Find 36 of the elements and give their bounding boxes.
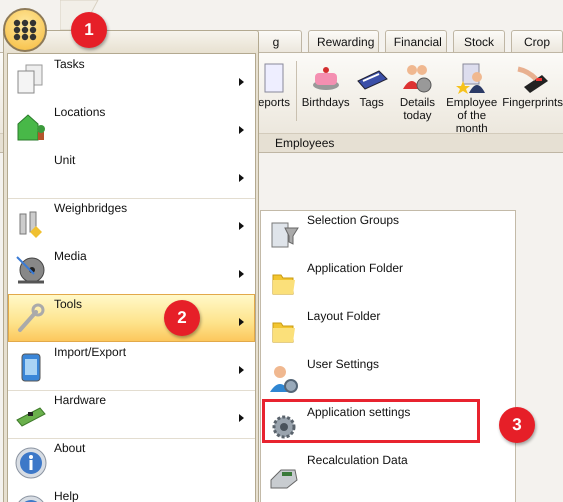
ribbon-tab[interactable]: Rewarding: [308, 30, 379, 52]
ribbon-tab[interactable]: Crop: [511, 30, 563, 52]
submenu-arrow-icon: [239, 414, 244, 422]
ribbon-button[interactable]: Tags: [354, 61, 389, 110]
submenu-arrow-icon: [239, 222, 244, 230]
submenu-item[interactable]: Selection Groups: [261, 211, 495, 259]
submenu-item[interactable]: Application settings: [261, 403, 495, 451]
submenu-arrow-icon: [239, 270, 244, 278]
dots-grid-icon: [13, 19, 37, 41]
menu-item[interactable]: Weighbridges: [8, 198, 255, 246]
info-icon: [14, 446, 48, 480]
app-menu-button[interactable]: [3, 8, 47, 52]
menu-item[interactable]: Locations: [8, 102, 255, 150]
group-label: Employees: [275, 136, 334, 150]
ribbon-button[interactable]: Birthdays: [302, 61, 350, 110]
ribbon-tab[interactable]: Financial: [384, 30, 447, 52]
submenu-item[interactable]: Layout Folder: [261, 307, 495, 355]
submenu-item[interactable]: Recalculation Data: [261, 451, 495, 499]
menu-item[interactable]: About: [8, 438, 255, 486]
ribbon-button[interactable]: Fingerprints: [502, 61, 563, 110]
menu-item[interactable]: Tasks: [8, 54, 255, 102]
submenu-arrow-icon: [239, 78, 244, 86]
submenu-item[interactable]: User Settings: [261, 355, 495, 403]
menu-item[interactable]: Unit: [8, 150, 255, 198]
ribbon-button[interactable]: eports: [257, 61, 291, 110]
step-number-badge: 3: [499, 407, 535, 443]
ribbon-tab[interactable]: Stock: [453, 30, 505, 52]
submenu-arrow-icon: [239, 366, 244, 374]
menu-item[interactable]: Media: [8, 246, 255, 294]
menu-item[interactable]: Import/Export: [8, 342, 255, 390]
ribbon-button[interactable]: Details today: [394, 61, 442, 123]
submenu-arrow-icon: [239, 318, 244, 326]
menu-item[interactable]: Hardware: [8, 390, 255, 438]
submenu-item[interactable]: Application Folder: [261, 259, 495, 307]
submenu-arrow-icon: [239, 126, 244, 134]
submenu-arrow-icon: [239, 174, 244, 182]
